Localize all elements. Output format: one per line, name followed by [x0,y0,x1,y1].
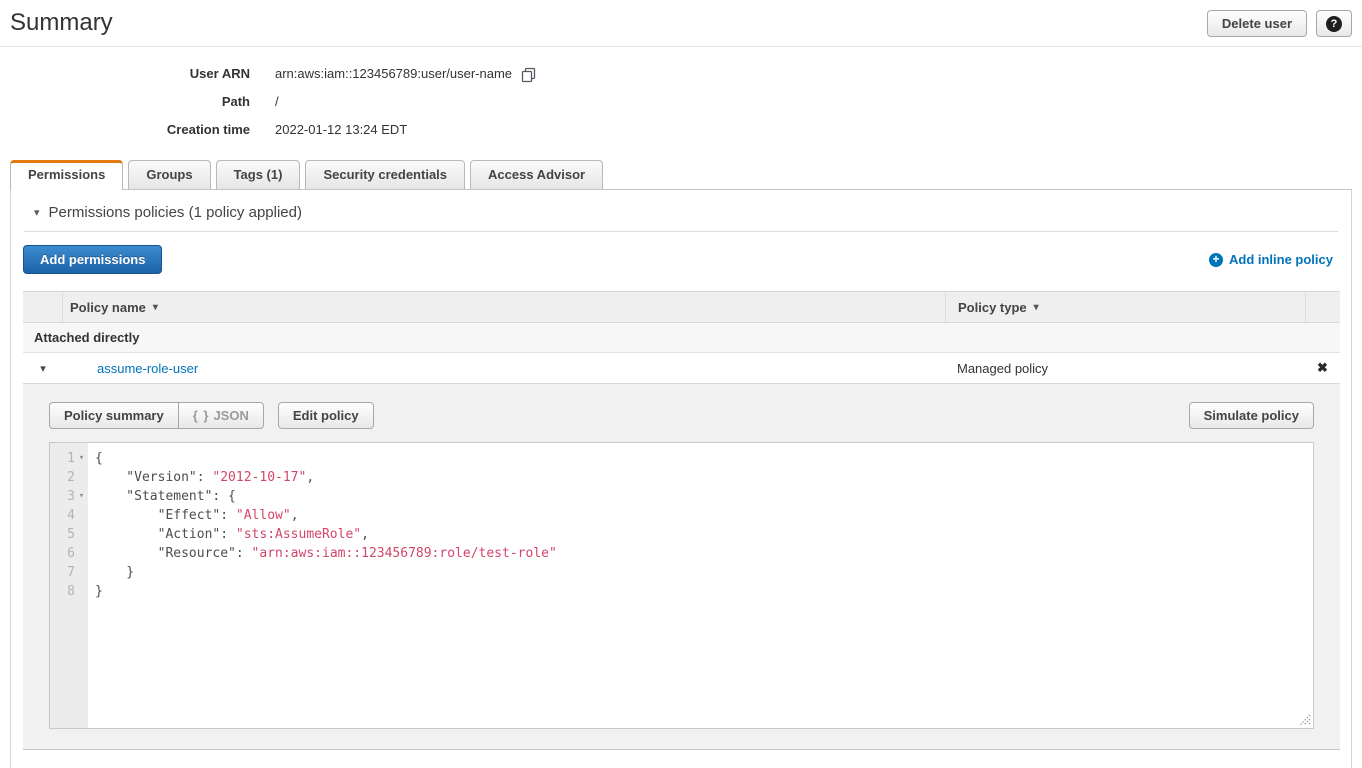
fold-caret-icon: ▾ [75,449,88,468]
add-permissions-button[interactable]: Add permissions [23,245,162,274]
info-value: 2022-01-12 13:24 EDT [275,116,407,144]
policy-detail-buttons: Policy summary { }JSON Edit policy Simul… [49,402,1314,429]
user-info: User ARN arn:aws:iam::123456789:user/user… [0,47,1362,144]
gutter-line[interactable]: 3▾ [50,487,88,506]
tab-permissions[interactable]: Permissions [10,160,123,190]
gutter-line: 7 [50,563,88,582]
policy-actions-row: Add permissions + Add inline policy [11,232,1351,291]
gutter-line[interactable]: 1▾ [50,449,88,468]
simulate-policy-button[interactable]: Simulate policy [1189,402,1314,429]
help-button[interactable]: ? [1316,10,1352,37]
editor-resize-handle[interactable] [1299,714,1311,726]
section-title: Permissions policies (1 policy applied) [49,204,302,221]
json-view-button[interactable]: { }JSON [178,402,264,429]
attached-directly-group-row: Attached directly [23,323,1340,353]
policy-detail-area: Policy summary { }JSON Edit policy Simul… [23,384,1340,750]
collapse-caret-icon[interactable]: ▾ [34,206,40,219]
page-header: Summary Delete user ? [0,0,1362,47]
code-line[interactable]: "Effect": "Allow", [95,506,1313,525]
gutter-line: 4 [50,506,88,525]
policy-table: Policy name ▾ Policy type ▾ Attached dir… [23,291,1340,750]
editor-code[interactable]: { "Version": "2012-10-17", "Statement": … [88,443,1313,728]
info-row-creation-time: Creation time 2022-01-12 13:24 EDT [0,116,1362,144]
info-label: User ARN [0,60,250,88]
tab-security-credentials[interactable]: Security credentials [305,160,465,189]
policy-type-cell: Managed policy [945,361,1305,376]
remove-policy-icon[interactable]: ✖ [1317,360,1328,375]
policy-type-column-header: Policy type ▾ [945,292,1305,322]
code-line[interactable]: "Action": "sts:AssumeRole", [95,525,1313,544]
policy-name-column-header: Policy name ▾ [63,292,945,322]
edit-policy-button[interactable]: Edit policy [278,402,374,429]
permissions-policies-section-header[interactable]: ▾ Permissions policies (1 policy applied… [11,190,1351,231]
code-line[interactable]: { [95,449,1313,468]
info-row-user-arn: User ARN arn:aws:iam::123456789:user/user… [0,60,1362,88]
copy-icon[interactable] [521,67,536,83]
info-row-path: Path / [0,88,1362,116]
policy-row: ▾ assume-role-user Managed policy ✖ [23,353,1340,384]
sort-caret-icon[interactable]: ▾ [1034,302,1039,313]
header-actions: Delete user ? [1207,10,1352,37]
policy-type-header-label: Policy type [958,300,1027,315]
tab-groups[interactable]: Groups [128,160,210,189]
policy-view-toggle: Policy summary { }JSON [49,402,264,429]
tab-tags-1[interactable]: Tags (1) [216,160,301,189]
code-line[interactable]: "Statement": { [95,487,1313,506]
info-label: Path [0,88,250,116]
policy-name-link[interactable]: assume-role-user [97,361,198,376]
gutter-line: 8 [50,582,88,601]
gutter-line: 5 [50,525,88,544]
editor-gutter: 1▾23▾45678 [50,443,88,728]
page-title: Summary [10,9,1207,37]
code-line[interactable]: "Version": "2012-10-17", [95,468,1313,487]
policy-name-header-label: Policy name [70,300,146,315]
add-inline-policy-label: Add inline policy [1229,252,1333,267]
policy-summary-button[interactable]: Policy summary [49,402,178,429]
policy-actions-cell: ✖ [1305,360,1340,376]
json-view-label: JSON [213,408,248,423]
json-braces-icon: { } [193,408,210,423]
code-line[interactable]: } [95,582,1313,601]
plus-circle-icon: + [1209,253,1223,267]
policy-name-cell: assume-role-user [63,361,945,376]
info-value: arn:aws:iam::123456789:user/user-name [275,60,536,88]
gutter-line: 6 [50,544,88,563]
policy-table-header: Policy name ▾ Policy type ▾ [23,291,1340,323]
tab-access-advisor[interactable]: Access Advisor [470,160,603,189]
expand-column-header [23,292,63,322]
help-icon: ? [1326,16,1342,32]
code-line[interactable]: } [95,563,1313,582]
gutter-line: 2 [50,468,88,487]
info-value: / [275,88,279,116]
actions-column-header [1305,292,1340,322]
permissions-panel: ▾ Permissions policies (1 policy applied… [10,190,1352,768]
fold-caret-icon: ▾ [75,487,88,506]
row-expander-icon[interactable]: ▾ [23,362,63,375]
delete-user-button[interactable]: Delete user [1207,10,1307,37]
info-label: Creation time [0,116,250,144]
code-line[interactable]: "Resource": "arn:aws:iam::123456789:role… [95,544,1313,563]
tab-bar: PermissionsGroupsTags (1)Security creden… [10,160,1352,190]
add-inline-policy-link[interactable]: + Add inline policy [1209,252,1333,267]
policy-json-editor[interactable]: 1▾23▾45678 { "Version": "2012-10-17", "S… [49,442,1314,729]
sort-caret-icon[interactable]: ▾ [153,302,158,313]
